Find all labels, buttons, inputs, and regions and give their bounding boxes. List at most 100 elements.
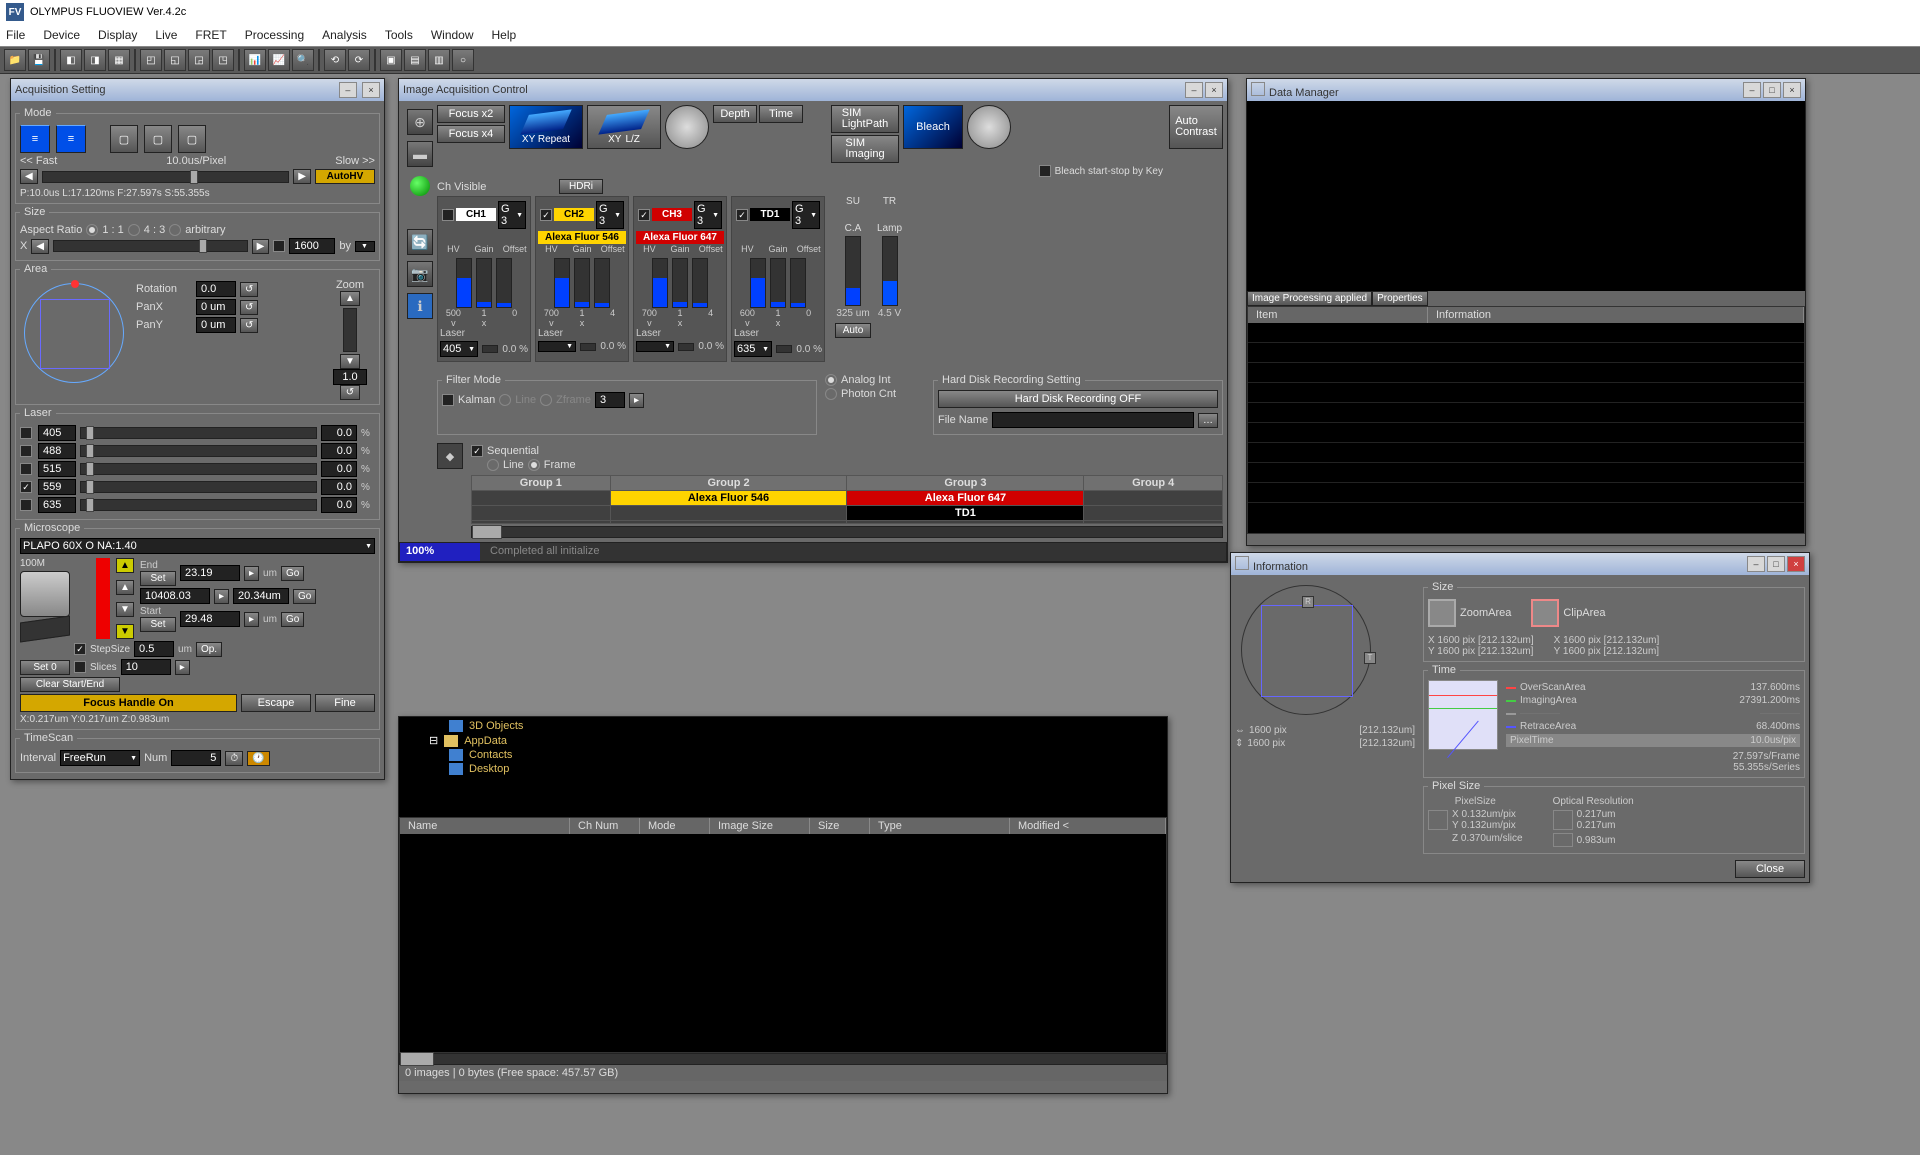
tool-icon[interactable]: 🔍 bbox=[292, 49, 314, 71]
file-scrollbar[interactable] bbox=[399, 1053, 1167, 1065]
laser-check-405[interactable] bbox=[20, 427, 32, 439]
tab-img-proc[interactable]: Image Processing applied bbox=[1247, 291, 1372, 306]
xy-repeat-button[interactable]: XY Repeat bbox=[509, 105, 583, 149]
zoom-value[interactable]: 1.0 bbox=[333, 369, 367, 385]
tool-icon[interactable]: ○ bbox=[452, 49, 474, 71]
focus-down-fast[interactable]: ▼ bbox=[116, 624, 134, 639]
gain-slider[interactable] bbox=[574, 258, 590, 308]
laser-pct[interactable]: 0.0 bbox=[321, 461, 357, 477]
tool-icon[interactable]: ⊕ bbox=[407, 109, 433, 135]
menu-fret[interactable]: FRET bbox=[195, 28, 226, 42]
ch-g-drop[interactable]: G 3 bbox=[792, 201, 820, 229]
mode-btn-4[interactable]: ▢ bbox=[144, 125, 172, 153]
col-imgsize[interactable]: Image Size bbox=[710, 818, 810, 834]
laser-pct-slider[interactable] bbox=[482, 345, 498, 353]
close-icon[interactable]: × bbox=[1787, 556, 1805, 572]
tool-save-icon[interactable]: 💾 bbox=[28, 49, 50, 71]
stepsize-check[interactable]: ✓ bbox=[74, 643, 86, 655]
panel-title[interactable]: Image Acquisition Control –× bbox=[399, 79, 1227, 101]
op-button[interactable]: Op. bbox=[196, 642, 222, 657]
ch-visible-check[interactable]: ✓ bbox=[638, 209, 650, 221]
laser-pct-slider[interactable] bbox=[776, 345, 792, 353]
laser-check-488[interactable] bbox=[20, 445, 32, 457]
close-icon[interactable]: × bbox=[362, 82, 380, 98]
close-button[interactable]: Close bbox=[1735, 860, 1805, 878]
num-value[interactable]: 5 bbox=[171, 750, 221, 766]
ch-label[interactable]: CH2 bbox=[554, 208, 594, 221]
ca-slider[interactable] bbox=[845, 236, 861, 306]
tool-icon[interactable]: ⟳ bbox=[348, 49, 370, 71]
filename-browse[interactable]: … bbox=[1198, 413, 1218, 428]
escape-button[interactable]: Escape bbox=[241, 694, 311, 712]
laser-pct[interactable]: 0.0 bbox=[321, 479, 357, 495]
ch-label[interactable]: CH1 bbox=[456, 208, 496, 221]
analog-int-radio[interactable] bbox=[825, 374, 837, 386]
pany-reset[interactable]: ↺ bbox=[240, 318, 258, 333]
bleach-button[interactable]: Bleach bbox=[903, 105, 963, 149]
panel-title[interactable]: Information –□× bbox=[1231, 553, 1809, 575]
col-name[interactable]: Name bbox=[400, 818, 570, 834]
ca-auto-button[interactable]: Auto bbox=[835, 323, 871, 338]
zoom-slider[interactable] bbox=[343, 308, 357, 352]
sim-lightpath-button[interactable]: SIM LightPath bbox=[831, 105, 899, 133]
mode-btn-5[interactable]: ▢ bbox=[178, 125, 206, 153]
size-slider[interactable] bbox=[53, 240, 248, 252]
mode-btn-3[interactable]: ▢ bbox=[110, 125, 138, 153]
end-step[interactable]: ▸ bbox=[244, 566, 259, 581]
zoom-reset[interactable]: ↺ bbox=[340, 385, 360, 400]
set0-button[interactable]: Set 0 bbox=[20, 660, 70, 675]
start-set-button[interactable]: Set bbox=[140, 617, 176, 632]
laser-check-515[interactable] bbox=[20, 463, 32, 475]
end-set-button[interactable]: Set bbox=[140, 571, 176, 586]
start-value[interactable]: 29.48 bbox=[180, 611, 240, 627]
speed-slider[interactable] bbox=[42, 171, 290, 183]
tree-item[interactable]: Contacts bbox=[399, 748, 1167, 762]
mid-step-value[interactable]: 20.34um bbox=[233, 588, 289, 604]
ch-visible-check[interactable]: ✓ bbox=[736, 209, 748, 221]
size-up[interactable]: ▶ bbox=[252, 239, 270, 254]
ch-label[interactable]: TD1 bbox=[750, 208, 790, 221]
tree-item[interactable]: Desktop bbox=[399, 762, 1167, 776]
menu-file[interactable]: File bbox=[6, 28, 25, 42]
offset-slider[interactable] bbox=[790, 258, 806, 308]
zoom-up[interactable]: ▲ bbox=[340, 291, 360, 306]
ch-g-drop[interactable]: G 3 bbox=[694, 201, 722, 229]
tool-icon[interactable]: 🔄 bbox=[407, 229, 433, 255]
bleach-key-check[interactable] bbox=[1039, 165, 1051, 177]
hdrs-off-button[interactable]: Hard Disk Recording OFF bbox=[938, 390, 1218, 408]
laser-pct[interactable]: 0.0 bbox=[321, 425, 357, 441]
time-button[interactable]: Time bbox=[759, 105, 803, 123]
bleach-stop-button[interactable] bbox=[967, 105, 1011, 149]
tree-item[interactable]: ⊟AppData bbox=[399, 733, 1167, 748]
fluor-label[interactable] bbox=[440, 231, 528, 244]
laser-pct-slider[interactable] bbox=[580, 343, 596, 351]
slices-value[interactable]: 10 bbox=[121, 659, 171, 675]
mid-value[interactable]: 10408.03 bbox=[140, 588, 210, 604]
panx-reset[interactable]: ↺ bbox=[240, 300, 258, 315]
laser-nm-drop[interactable] bbox=[538, 341, 576, 352]
minimize-icon[interactable]: – bbox=[1747, 556, 1765, 572]
kalman-check[interactable] bbox=[442, 394, 454, 406]
fluor-label[interactable]: Alexa Fluor 647 bbox=[636, 231, 724, 244]
hv-slider[interactable] bbox=[652, 258, 668, 308]
trig-button[interactable]: ⏱ bbox=[225, 751, 243, 766]
maximize-icon[interactable]: □ bbox=[1767, 556, 1785, 572]
menu-window[interactable]: Window bbox=[431, 28, 474, 42]
laser-nm-drop[interactable] bbox=[636, 341, 674, 352]
tab-properties[interactable]: Properties bbox=[1372, 291, 1428, 306]
clear-startend-button[interactable]: Clear Start/End bbox=[20, 677, 120, 692]
end-value[interactable]: 23.19 bbox=[180, 565, 240, 581]
stepsize-value[interactable]: 0.5 bbox=[134, 641, 174, 657]
laser-slider[interactable] bbox=[80, 499, 317, 511]
fine-button[interactable]: Fine bbox=[315, 694, 375, 712]
size-check[interactable] bbox=[273, 240, 285, 252]
seq-scrollbar[interactable] bbox=[471, 526, 1223, 538]
filter-step[interactable]: ▸ bbox=[629, 393, 644, 408]
sequential-check[interactable]: ✓ bbox=[471, 445, 483, 457]
size-down[interactable]: ◀ bbox=[31, 239, 49, 254]
focus-up-fast[interactable]: ▲ bbox=[116, 558, 134, 573]
dm-preview[interactable] bbox=[1247, 101, 1805, 291]
ch-g-drop[interactable]: G 3 bbox=[498, 201, 526, 229]
menu-processing[interactable]: Processing bbox=[245, 28, 304, 42]
filter-line-radio[interactable] bbox=[499, 394, 511, 406]
